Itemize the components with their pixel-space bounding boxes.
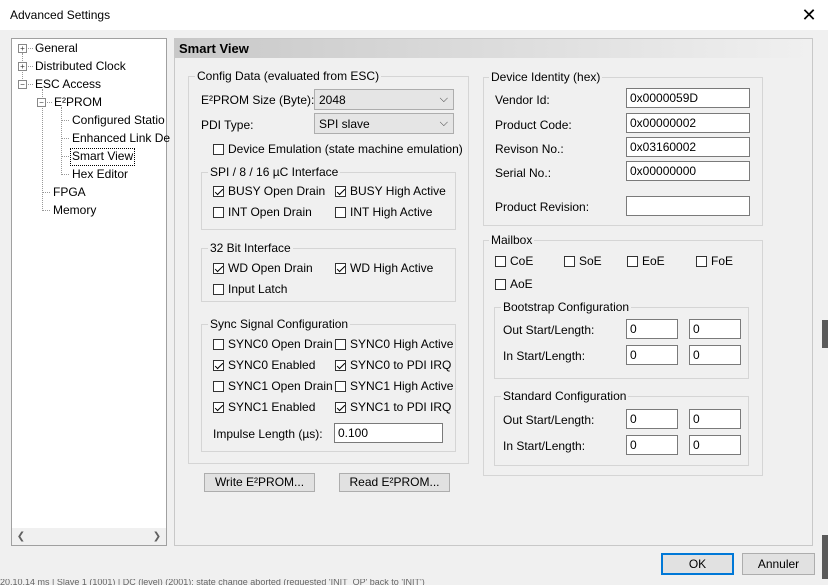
checkbox-box[interactable] xyxy=(213,143,224,155)
device-emulation-checkbox[interactable]: Device Emulation (state machine emulatio… xyxy=(213,142,463,156)
standard-in-start-input[interactable]: 0 xyxy=(626,435,678,455)
input-latch-checkbox[interactable]: Input Latch xyxy=(213,282,287,296)
wd-open-drain-checkbox[interactable]: WD Open Drain xyxy=(213,261,313,275)
panel-title: Smart View xyxy=(179,41,249,56)
product-code-label: Product Code: xyxy=(495,118,572,132)
sync1-enabled-checkbox[interactable]: SYNC1 Enabled xyxy=(213,400,315,414)
config-data-title: Config Data (evaluated from ESC) xyxy=(195,69,382,83)
chevron-down-icon: ⌵ xyxy=(439,93,448,105)
expand-icon[interactable]: + xyxy=(18,62,27,71)
collapse-icon[interactable]: − xyxy=(37,98,46,107)
tree-item-general[interactable]: General xyxy=(33,40,80,56)
impulse-length-input[interactable]: 0.100 xyxy=(334,423,443,443)
spi-interface-group xyxy=(201,172,456,230)
sync1-open-drain-checkbox[interactable]: SYNC1 Open Drain xyxy=(213,379,333,393)
standard-out-label: Out Start/Length: xyxy=(503,413,595,427)
int-high-active-checkbox[interactable]: INT High Active xyxy=(335,205,432,219)
foe-checkbox[interactable]: FoE xyxy=(696,254,733,268)
tree-item-smart-view[interactable]: Smart View xyxy=(70,148,136,166)
revision-input[interactable]: 0x03160002 xyxy=(626,137,750,157)
bootstrap-in-label: In Start/Length: xyxy=(503,349,586,363)
window-title: Advanced Settings xyxy=(10,8,111,22)
title-bar xyxy=(0,0,828,30)
pdi-type-value: SPI slave xyxy=(319,117,370,131)
vendor-id-label: Vendor Id: xyxy=(495,93,550,107)
standard-out-length-input[interactable]: 0 xyxy=(689,409,741,429)
tree-item-enhanced-link[interactable]: Enhanced Link De xyxy=(70,130,172,146)
standard-config-title: Standard Configuration xyxy=(501,389,629,403)
soe-checkbox[interactable]: SoE xyxy=(564,254,602,268)
standard-in-label: In Start/Length: xyxy=(503,439,586,453)
standard-in-length-input[interactable]: 0 xyxy=(689,435,741,455)
panel-header xyxy=(175,39,811,58)
mailbox-title: Mailbox xyxy=(489,233,535,247)
sync0-enabled-checkbox[interactable]: SYNC0 Enabled xyxy=(213,358,315,372)
tree-item-configured-station[interactable]: Configured Statio xyxy=(70,112,167,128)
bootstrap-config-title: Bootstrap Configuration xyxy=(501,300,632,314)
close-icon[interactable]: ✕ xyxy=(799,5,819,25)
sync0-high-active-checkbox[interactable]: SYNC0 High Active xyxy=(335,337,453,351)
read-eeprom-button[interactable]: Read E²PROM... xyxy=(339,473,450,492)
bit32-interface-title: 32 Bit Interface xyxy=(208,241,293,255)
scroll-right-icon[interactable]: ❯ xyxy=(150,528,164,545)
standard-out-start-input[interactable]: 0 xyxy=(626,409,678,429)
scroll-left-icon[interactable]: ❮ xyxy=(14,528,28,545)
chevron-down-icon: ⌵ xyxy=(439,117,448,129)
bootstrap-in-length-input[interactable]: 0 xyxy=(689,345,741,365)
coe-checkbox[interactable]: CoE xyxy=(495,254,533,268)
device-identity-title: Device Identity (hex) xyxy=(489,70,603,84)
busy-open-drain-checkbox[interactable]: BUSY Open Drain xyxy=(213,184,325,198)
expand-icon[interactable]: + xyxy=(18,44,27,53)
collapse-icon[interactable]: − xyxy=(18,80,27,89)
bootstrap-out-label: Out Start/Length: xyxy=(503,323,595,337)
pdi-type-label: PDI Type: xyxy=(201,118,254,132)
tree-item-memory[interactable]: Memory xyxy=(51,202,98,218)
bootstrap-in-start-input[interactable]: 0 xyxy=(626,345,678,365)
tree-item-eeprom[interactable]: E²PROM xyxy=(52,94,104,110)
tree-item-distributed-clock[interactable]: Distributed Clock xyxy=(33,58,128,74)
sync-signal-title: Sync Signal Configuration xyxy=(208,317,351,331)
vendor-id-input[interactable]: 0x0000059D xyxy=(626,88,750,108)
write-eeprom-button[interactable]: Write E²PROM... xyxy=(204,473,315,492)
tree-item-fpga[interactable]: FPGA xyxy=(51,184,88,200)
sync0-pdi-irq-checkbox[interactable]: SYNC0 to PDI IRQ xyxy=(335,358,451,372)
tree-item-hex-editor[interactable]: Hex Editor xyxy=(70,166,130,182)
impulse-length-label: Impulse Length (µs): xyxy=(213,427,323,441)
bootstrap-out-length-input[interactable]: 0 xyxy=(689,319,741,339)
sync1-pdi-irq-checkbox[interactable]: SYNC1 to PDI IRQ xyxy=(335,400,451,414)
spi-interface-title: SPI / 8 / 16 µC Interface xyxy=(208,165,341,179)
tree-horizontal-scrollbar[interactable]: ❮ ❯ xyxy=(12,528,166,545)
product-revision-label: Product Revision: xyxy=(495,200,590,214)
busy-high-active-checkbox[interactable]: BUSY High Active xyxy=(335,184,446,198)
product-code-input[interactable]: 0x00000002 xyxy=(626,113,750,133)
eeprom-size-label: E²PROM Size (Byte): xyxy=(201,93,315,107)
sync0-open-drain-checkbox[interactable]: SYNC0 Open Drain xyxy=(213,337,333,351)
settings-tree[interactable]: + General + Distributed Clock − ESC Acce… xyxy=(11,38,170,546)
bootstrap-config-group xyxy=(494,307,749,379)
product-revision-input[interactable] xyxy=(626,196,750,216)
bootstrap-out-start-input[interactable]: 0 xyxy=(626,319,678,339)
background-log-text: 20.10.14 ms | Slave 1 (1001) | DC (level… xyxy=(0,579,425,585)
wd-high-active-checkbox[interactable]: WD High Active xyxy=(335,261,433,275)
ok-button[interactable]: OK xyxy=(661,553,734,575)
cancel-button[interactable]: Annuler xyxy=(742,553,815,575)
serial-label: Serial No.: xyxy=(495,166,552,180)
sync1-high-active-checkbox[interactable]: SYNC1 High Active xyxy=(335,379,453,393)
background-window-edge xyxy=(822,320,828,348)
eoe-checkbox[interactable]: EoE xyxy=(627,254,665,268)
background-window-edge xyxy=(822,535,828,579)
tree-item-esc-access[interactable]: ESC Access xyxy=(33,76,103,92)
pdi-type-select[interactable]: SPI slave ⌵ xyxy=(314,113,454,134)
aoe-checkbox[interactable]: AoE xyxy=(495,277,533,291)
serial-input[interactable]: 0x00000000 xyxy=(626,161,750,181)
eeprom-size-select[interactable]: 2048 ⌵ xyxy=(314,89,454,110)
revision-label: Revison No.: xyxy=(495,142,564,156)
eeprom-size-value: 2048 xyxy=(319,93,346,107)
standard-config-group xyxy=(494,396,749,466)
int-open-drain-checkbox[interactable]: INT Open Drain xyxy=(213,205,312,219)
